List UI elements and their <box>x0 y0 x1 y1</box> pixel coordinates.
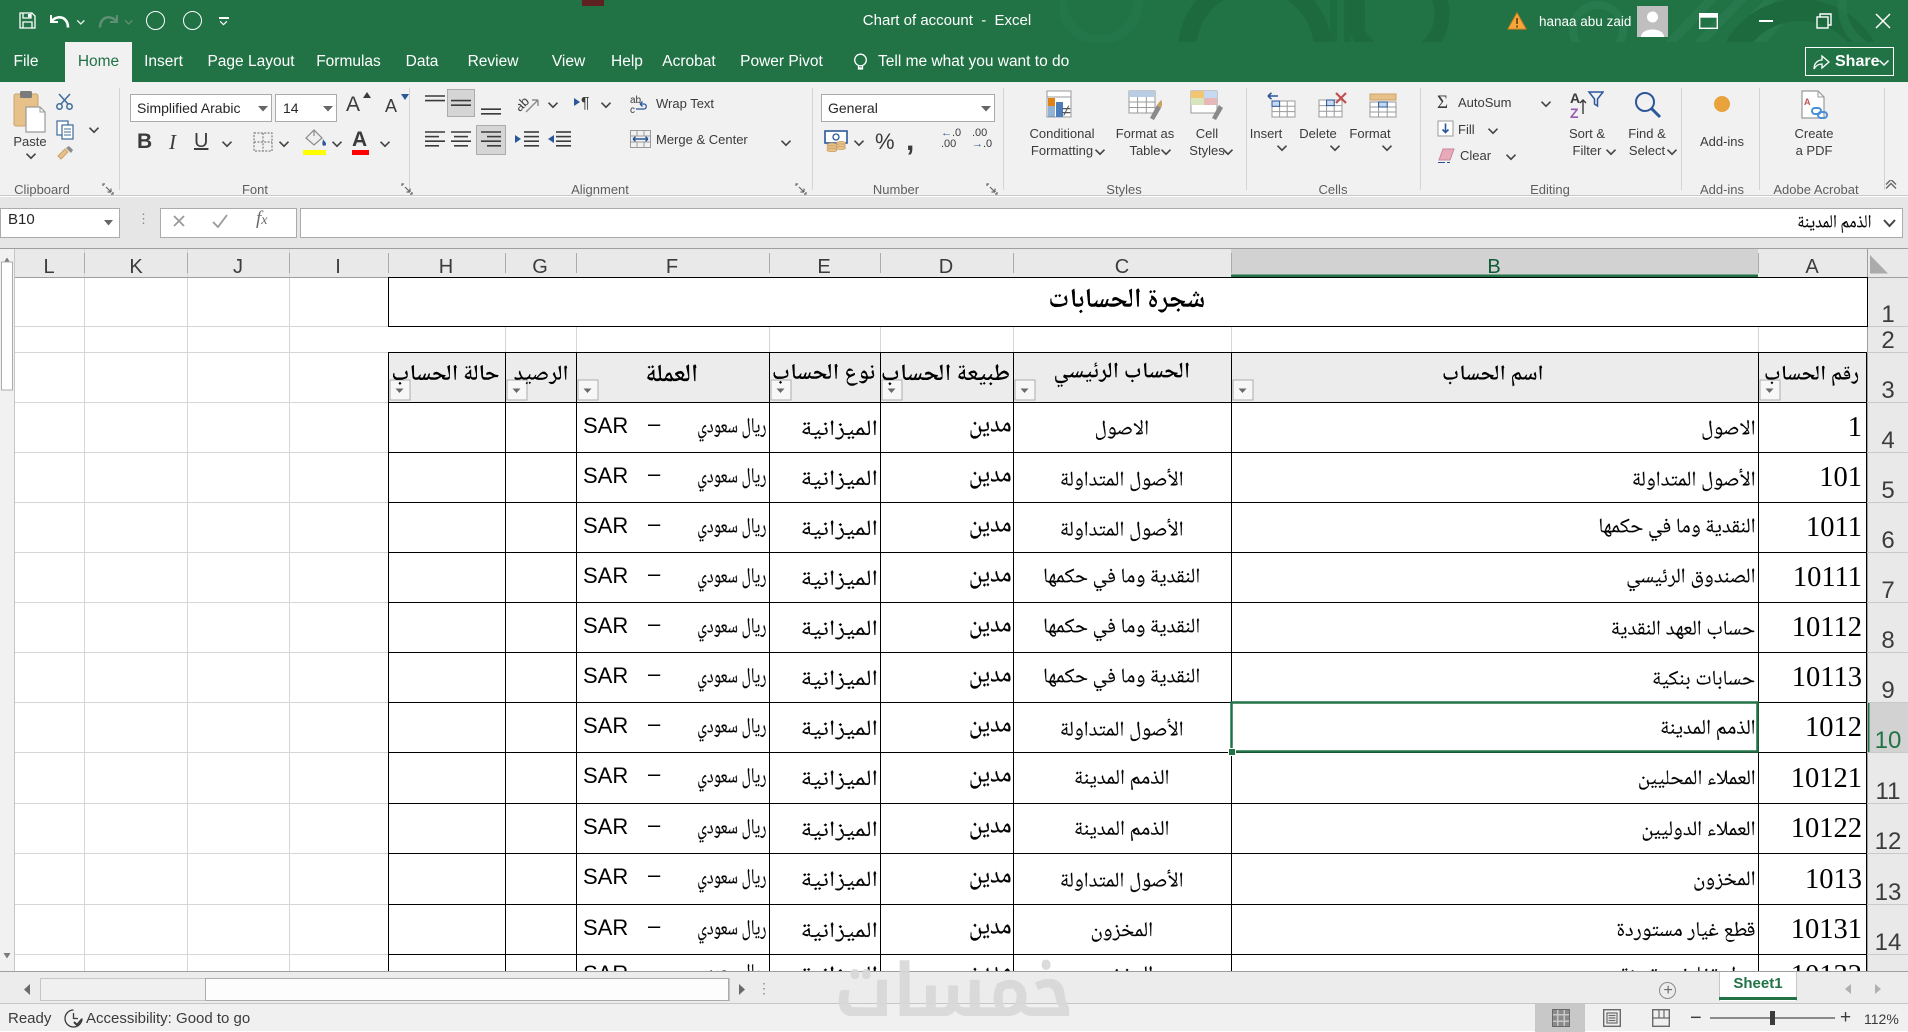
svg-text:101: 101 <box>1819 462 1862 493</box>
svg-text:10113: 10113 <box>1792 662 1862 693</box>
svg-text:F: F <box>666 256 678 278</box>
svg-text:ab: ab <box>518 94 532 115</box>
svg-text:4: 4 <box>1881 427 1894 454</box>
svg-text:SAR: SAR <box>583 864 628 889</box>
svg-text:12: 12 <box>1875 828 1902 855</box>
svg-text:11: 11 <box>1876 778 1901 805</box>
svg-text:–: – <box>648 411 661 436</box>
svg-text:SAR: SAR <box>583 613 628 638</box>
svg-text:–: – <box>648 561 661 586</box>
svg-text:1013: 1013 <box>1805 864 1862 895</box>
svg-text:–: – <box>648 661 661 686</box>
svg-text:13: 13 <box>1875 879 1902 906</box>
svg-text:A: A <box>1805 256 1819 278</box>
svg-text:–: – <box>648 812 661 837</box>
svg-text:9: 9 <box>1881 677 1894 704</box>
svg-text:H: H <box>439 256 453 278</box>
svg-text:SAR: SAR <box>583 563 628 588</box>
svg-text:C: C <box>1115 256 1129 278</box>
svg-text:10: 10 <box>1875 727 1902 754</box>
svg-text:–: – <box>648 461 661 486</box>
svg-text:SAR: SAR <box>583 463 628 488</box>
svg-text:14: 14 <box>1875 929 1902 956</box>
svg-text:SAR: SAR <box>583 663 628 688</box>
svg-text:I: I <box>335 256 341 278</box>
svg-text:–: – <box>648 913 661 938</box>
svg-text:10121: 10121 <box>1791 763 1862 794</box>
svg-text:K: K <box>129 256 143 278</box>
svg-text:≠: ≠ <box>1062 103 1071 120</box>
svg-text:1: 1 <box>1848 412 1862 443</box>
svg-text:A: A <box>1804 97 1811 107</box>
svg-text:1011: 1011 <box>1806 512 1862 543</box>
svg-text:1012: 1012 <box>1805 712 1862 743</box>
svg-text:2: 2 <box>1881 327 1894 354</box>
svg-text:10112: 10112 <box>1792 612 1862 643</box>
svg-text:SAR: SAR <box>583 513 628 538</box>
svg-text:J: J <box>233 256 243 278</box>
svg-text:A: A <box>1570 90 1580 106</box>
svg-text:B: B <box>1487 256 1500 278</box>
svg-text:SAR: SAR <box>583 763 628 788</box>
svg-text:G: G <box>532 256 548 278</box>
svg-text:SAR: SAR <box>583 713 628 738</box>
svg-text:–: – <box>648 711 661 736</box>
svg-text:8: 8 <box>1881 627 1894 654</box>
svg-text:–: – <box>648 761 661 786</box>
svg-text:SAR: SAR <box>583 814 628 839</box>
svg-text:–: – <box>648 611 661 636</box>
svg-text:–: – <box>648 862 661 887</box>
svg-text:7: 7 <box>1881 577 1894 604</box>
svg-text:1: 1 <box>1881 301 1894 328</box>
svg-text:L: L <box>43 256 54 278</box>
svg-text:SAR: SAR <box>583 915 628 940</box>
svg-text:Z: Z <box>1570 105 1579 120</box>
svg-text:¶: ¶ <box>581 95 590 110</box>
svg-text:c: c <box>630 105 635 114</box>
svg-text:3: 3 <box>1881 377 1894 404</box>
svg-text:6: 6 <box>1881 527 1894 554</box>
svg-text:E: E <box>817 256 830 278</box>
svg-text:SAR: SAR <box>583 413 628 438</box>
svg-text:10131: 10131 <box>1791 914 1862 945</box>
svg-text:10111: 10111 <box>1793 562 1862 593</box>
svg-text:D: D <box>939 256 953 278</box>
svg-text:5: 5 <box>1881 477 1894 504</box>
svg-text:10122: 10122 <box>1791 813 1862 844</box>
svg-text:–: – <box>648 511 661 536</box>
